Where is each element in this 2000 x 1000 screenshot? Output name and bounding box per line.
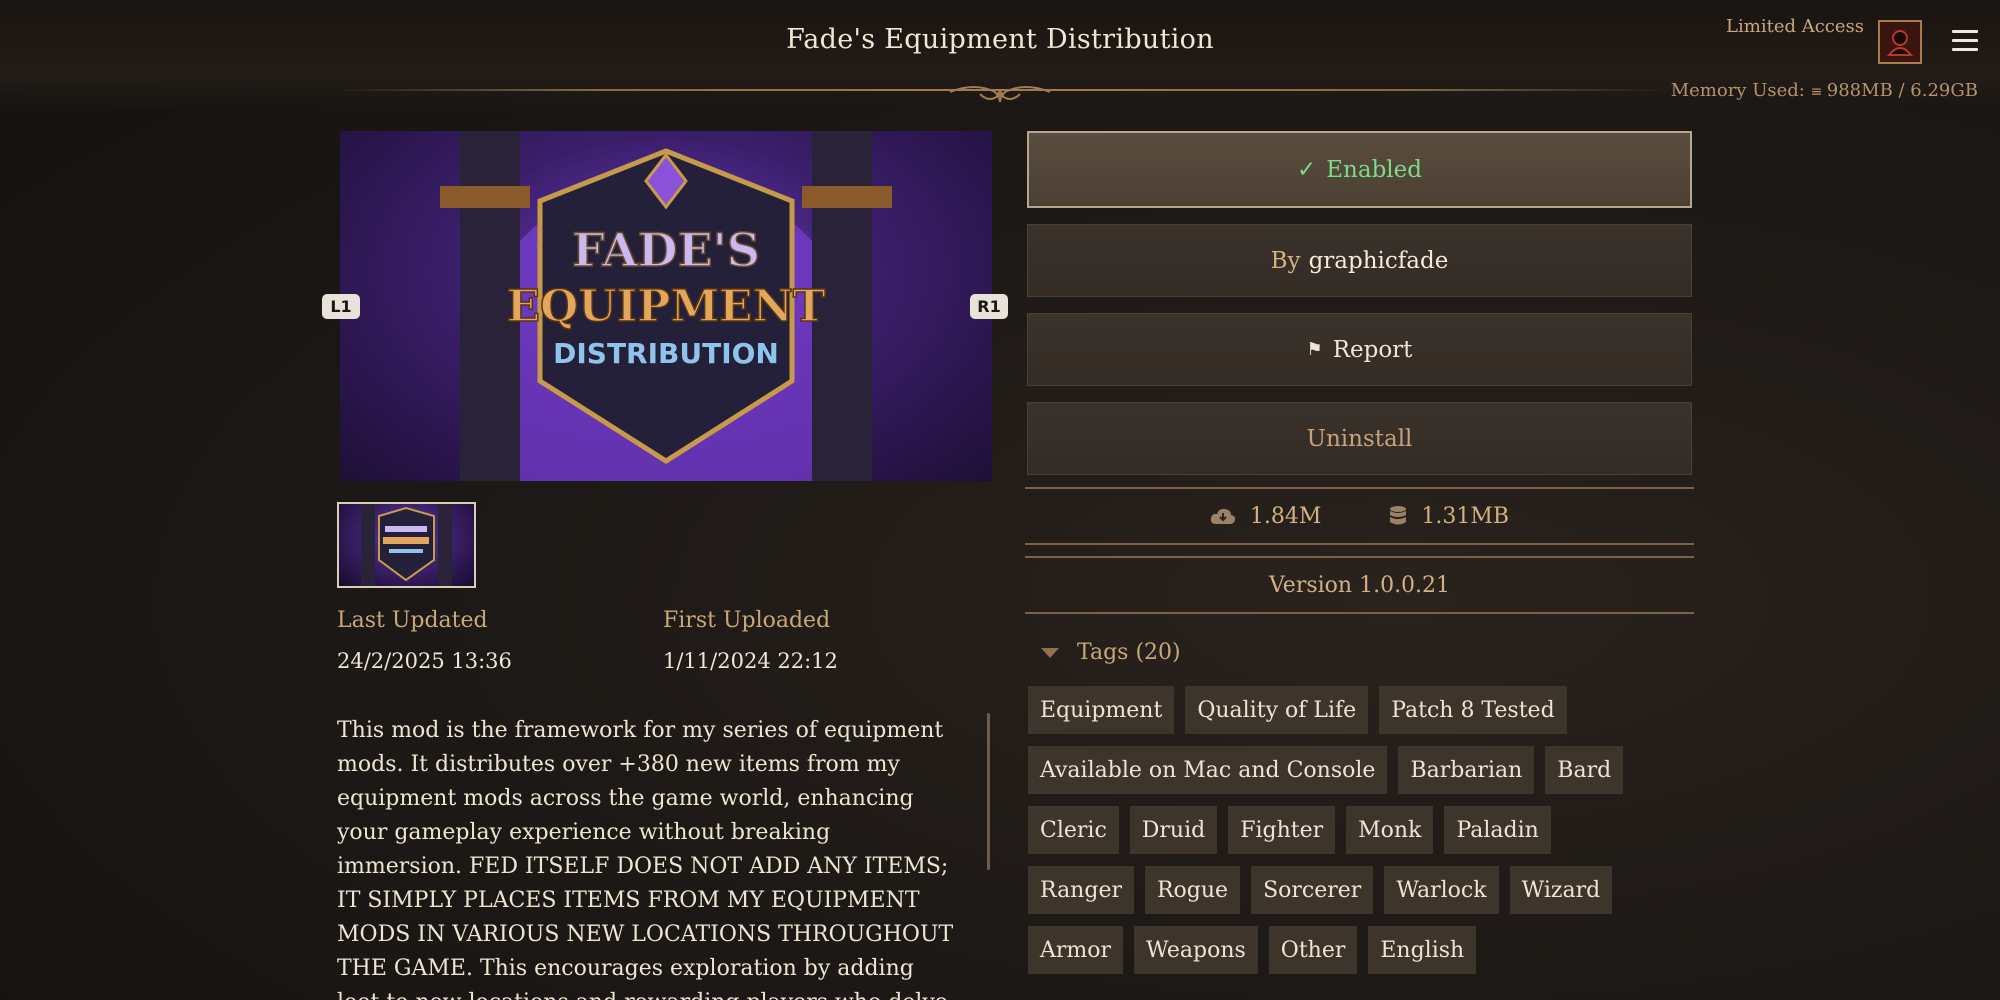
tag-chip[interactable]: Weapons	[1134, 926, 1258, 974]
enabled-label: Enabled	[1326, 156, 1422, 183]
caret-down-icon	[1041, 647, 1059, 658]
logo-line2: EQUIPMENT	[506, 281, 825, 332]
tags-header-label: Tags (20)	[1077, 640, 1181, 665]
uninstall-button[interactable]: Uninstall	[1027, 402, 1692, 475]
tag-chip[interactable]: Equipment	[1028, 686, 1175, 734]
tag-row: Equipment Quality of Life Patch 8 Tested	[1028, 686, 1692, 734]
tag-row: Armor Weapons Other English	[1028, 926, 1692, 974]
author-name: graphicfade	[1308, 247, 1449, 274]
user-avatar[interactable]	[1878, 20, 1922, 64]
tag-chip[interactable]: Bard	[1545, 746, 1624, 794]
memory-label: Memory Used:	[1670, 80, 1805, 101]
tag-chip[interactable]: Rogue	[1144, 866, 1241, 914]
next-image-button[interactable]: R1	[970, 294, 1008, 319]
report-button[interactable]: ⚑ Report	[1027, 313, 1692, 386]
tag-chip[interactable]: Warlock	[1384, 866, 1499, 914]
first-uploaded-label: First Uploaded	[663, 608, 831, 633]
tags-toggle[interactable]: Tags (20)	[1041, 640, 1181, 665]
database-icon	[1390, 506, 1407, 525]
limited-access-label: Limited Access	[1726, 16, 1864, 37]
tag-chip[interactable]: Cleric	[1028, 806, 1119, 854]
tags-list: Equipment Quality of Life Patch 8 Tested Av…	[1028, 686, 1692, 986]
mod-stats: 1.84M 1.31MB	[1025, 487, 1694, 545]
gallery-thumbnail[interactable]	[337, 502, 476, 588]
tag-chip[interactable]: Ranger	[1028, 866, 1134, 914]
size-stat: 1.31MB	[1389, 504, 1509, 529]
memory-value: 988MB / 6.29GB	[1826, 80, 1978, 101]
mod-hero-image: FADE'S EQUIPMENT DISTRIBUTION	[340, 131, 992, 481]
tag-chip[interactable]: Paladin	[1444, 806, 1551, 854]
downloads-stat: 1.84M	[1210, 503, 1322, 529]
enabled-toggle-button[interactable]: ✓ Enabled	[1027, 131, 1692, 208]
tag-row: Cleric Druid Fighter Monk Paladin	[1028, 806, 1692, 854]
hamburger-menu-icon[interactable]	[1952, 30, 1978, 52]
last-updated-label: Last Updated	[337, 608, 488, 633]
tag-chip[interactable]: Wizard	[1509, 866, 1613, 914]
first-uploaded-value: 1/11/2024 22:12	[663, 649, 838, 673]
logo-line1: FADE'S	[572, 223, 760, 277]
tag-chip[interactable]: Sorcerer	[1251, 866, 1374, 914]
mod-description: This mod is the framework for my series …	[337, 718, 954, 1000]
prev-image-button[interactable]: L1	[322, 294, 360, 319]
downloads-count: 1.84M	[1249, 503, 1322, 529]
version-info: Version 1.0.0.21	[1025, 556, 1694, 614]
checkmark-icon: ✓	[1296, 156, 1317, 183]
tag-chip[interactable]: Fighter	[1228, 806, 1336, 854]
uninstall-label: Uninstall	[1306, 425, 1413, 452]
logo-line3: DISTRIBUTION	[553, 337, 779, 370]
thumbnail-art	[361, 504, 452, 586]
tag-chip[interactable]: English	[1368, 926, 1477, 974]
flag-icon: ⚑	[1306, 339, 1323, 360]
author-prefix: By	[1270, 247, 1301, 274]
database-icon: ≡	[1810, 84, 1827, 100]
tag-chip[interactable]: Druid	[1129, 806, 1218, 854]
cloud-download-icon	[1210, 508, 1236, 524]
description-scrollbar[interactable]	[987, 713, 990, 870]
tag-chip[interactable]: Patch 8 Tested	[1379, 686, 1567, 734]
tag-chip[interactable]: Monk	[1346, 806, 1434, 854]
tag-chip[interactable]: Other	[1268, 926, 1358, 974]
file-size: 1.31MB	[1421, 503, 1510, 529]
author-button[interactable]: By graphicfade	[1027, 224, 1692, 297]
header-ornament	[949, 86, 1051, 103]
tag-chip[interactable]: Armor	[1028, 926, 1124, 974]
last-updated-value: 24/2/2025 13:36	[337, 649, 512, 673]
mod-logo-art: FADE'S EQUIPMENT DISTRIBUTION	[440, 131, 892, 481]
tag-row: Available on Mac and Console Barbarian Bar…	[1028, 746, 1692, 794]
tag-chip[interactable]: Quality of Life	[1185, 686, 1369, 734]
page-title: Fade's Equipment Distribution	[786, 24, 1214, 55]
report-label: Report	[1332, 336, 1413, 363]
avatar-icon	[1886, 30, 1914, 56]
tag-chip[interactable]: Available on Mac and Console	[1028, 746, 1388, 794]
tag-row: Ranger Rogue Sorcerer Warlock Wizard	[1028, 866, 1692, 914]
tag-chip[interactable]: Barbarian	[1398, 746, 1535, 794]
memory-usage: Memory Used: ≡ 988MB / 6.29GB	[1671, 80, 1978, 101]
